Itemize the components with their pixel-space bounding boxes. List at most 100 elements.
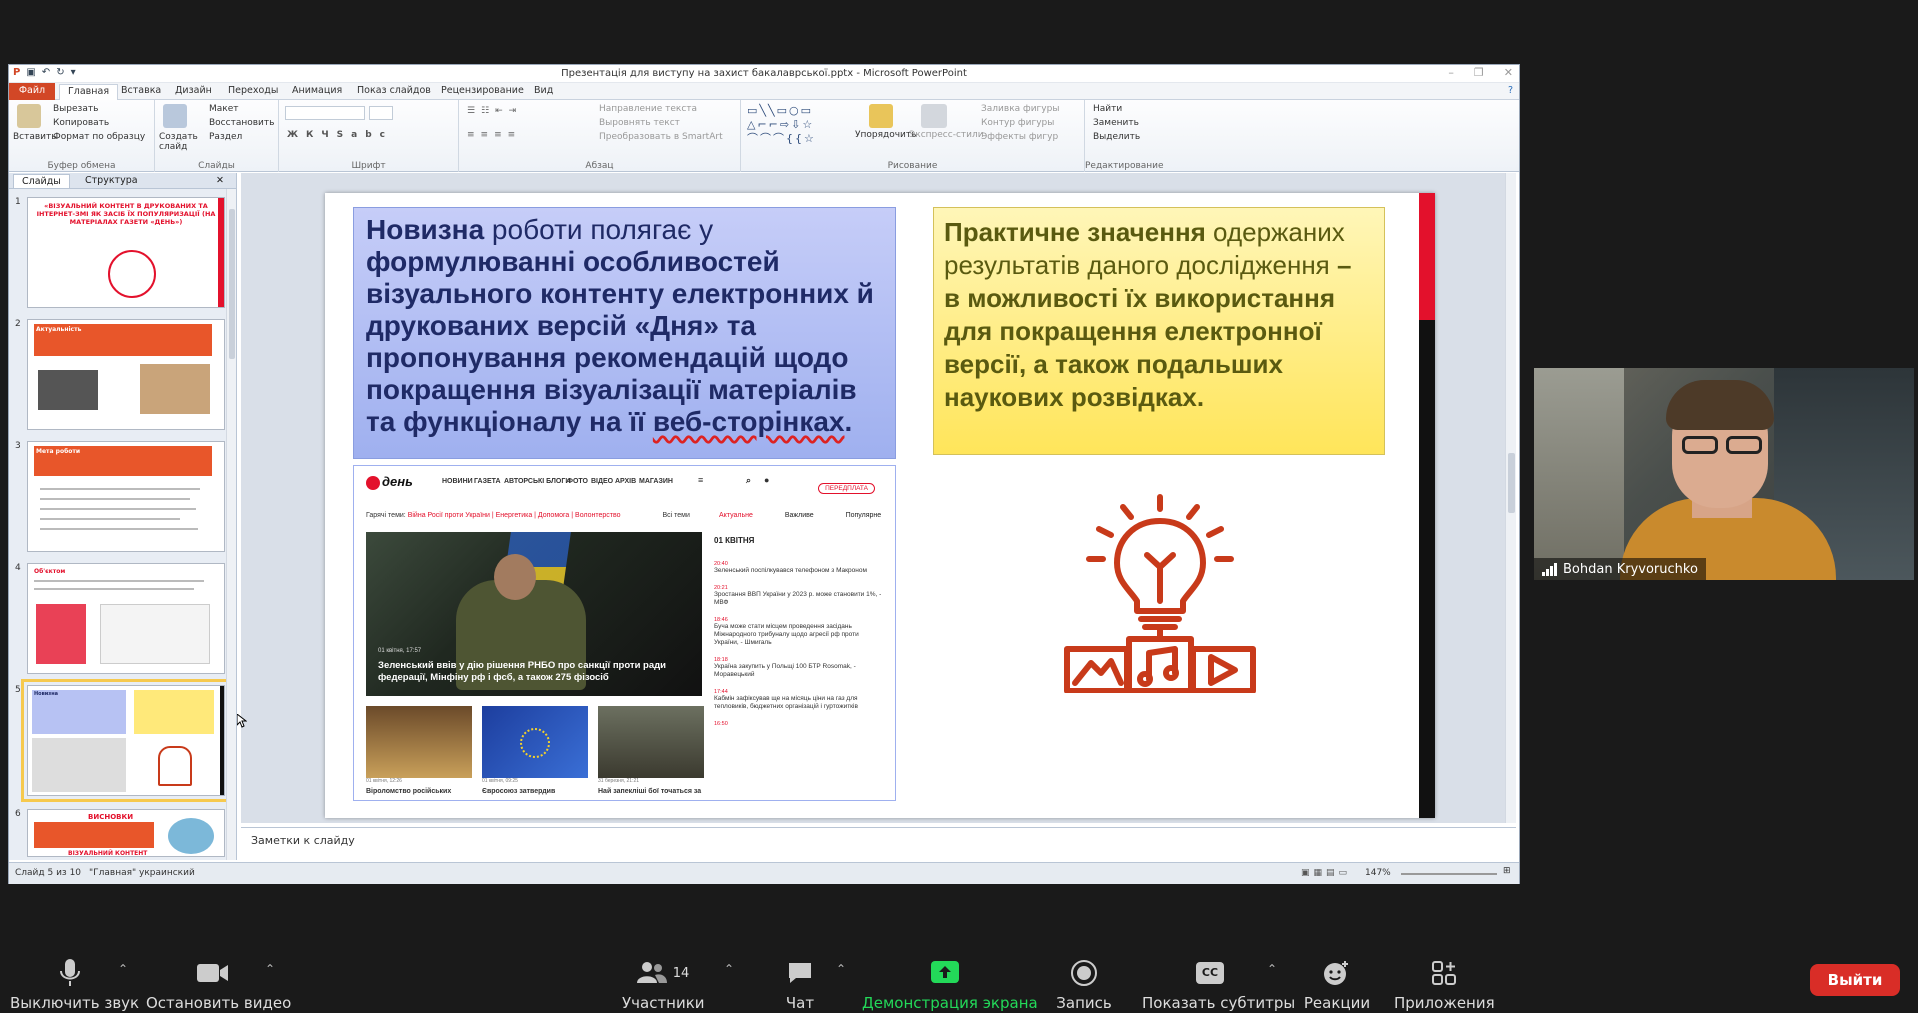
thumb-image [36,604,86,664]
chevron-up-icon[interactable]: ⌃ [1267,962,1277,976]
tab-slides[interactable]: Слайды [13,174,70,188]
shape-effects-button[interactable]: Эффекты фигур [981,132,1058,142]
cut-button[interactable]: Вырезать [53,104,98,114]
captions-button[interactable]: CC Показать субтитры [1142,958,1295,1012]
thumb-text-line [34,588,194,590]
news-nav-item: ФОТО [567,478,588,485]
layout-button[interactable]: Макет [209,104,239,114]
chevron-up-icon[interactable]: ⌃ [724,962,734,976]
thumb-subtitle: ВІЗУАЛЬНИЙ КОНТЕНТ [68,850,148,857]
tab-animation[interactable]: Анимация [292,85,342,96]
paste-icon[interactable] [17,104,41,128]
tab-transitions[interactable]: Переходы [228,85,278,96]
window-controls: – ❐ ✕ [1448,66,1513,79]
novelty-text-box[interactable]: Новизна роботи полягає у формулюванні ос… [353,207,896,459]
slide-thumbnail-5[interactable]: Новизна [21,679,231,802]
slide-thumbnail-4[interactable]: Об'єктом [27,563,225,674]
share-label: Демонстрация экрана [862,994,1038,1012]
share-screen-button[interactable]: Демонстрация экрана [862,958,1038,1012]
chat-label: Чат [785,994,815,1012]
help-icon[interactable]: ? [1508,85,1513,96]
record-button[interactable]: Запись [1052,958,1116,1012]
zoom-slider[interactable] [1401,873,1497,875]
slide-red-accent [1419,193,1435,320]
emoji-icon [1302,958,1372,988]
reactions-button[interactable]: Реакции [1302,958,1372,1012]
notes-pane[interactable]: Заметки к слайду [241,827,1516,861]
tab-view[interactable]: Вид [534,85,553,96]
novelty-end: . [844,406,853,437]
close-icon[interactable]: ✕ [1504,66,1513,79]
font-size-select[interactable] [369,106,393,120]
smartart-button[interactable]: Преобразовать в SmartArt [599,132,723,142]
scroll-thumb[interactable] [229,209,235,359]
align-text-button[interactable]: Выровнять текст [599,118,680,128]
slide-scrollbar[interactable] [1505,173,1516,823]
zoom-level[interactable]: 147% [1365,868,1391,878]
tab-home[interactable]: Главная [59,84,119,100]
new-slide-button[interactable]: Создать слайд [159,132,198,152]
slide-thumbnail-6[interactable]: ВИСНОВКИ ВІЗУАЛЬНИЙ КОНТЕНТ [27,809,225,857]
news-nav-item: ВІДЕО [591,478,614,485]
apps-button[interactable]: Приложения [1394,958,1495,1012]
find-button[interactable]: Найти [1093,104,1122,114]
view-buttons[interactable]: ▣▦▤▭ [1301,868,1351,878]
font-name-select[interactable] [285,106,365,120]
paste-button[interactable]: Вставить [13,132,57,142]
chat-button[interactable]: Чат [772,958,828,1012]
practical-text-box[interactable]: Практичне значення одержаних результатів… [933,207,1385,455]
reset-button[interactable]: Восстановить [209,118,274,128]
list-buttons[interactable]: ☰☷⇤⇥ [467,106,522,116]
record-icon [1052,958,1116,988]
select-button[interactable]: Выделить [1093,132,1140,142]
section-button[interactable]: Раздел [209,132,242,142]
arrange-icon[interactable] [869,104,893,128]
leave-button[interactable]: Выйти [1810,964,1900,996]
tab-outline[interactable]: Структура [77,174,146,187]
scroll-thumb[interactable] [1508,453,1515,513]
language[interactable]: украинский [139,868,195,878]
slide-thumbnail-3[interactable]: Мета роботи [27,441,225,552]
shapes-gallery[interactable]: ▭╲╲▭○▭ △⌐⌐⇨⇩☆ ⌒⌒⌒{{☆ [747,104,847,150]
chevron-up-icon[interactable]: ⌃ [118,962,128,976]
stop-video-button[interactable]: Остановить видео [146,958,291,1012]
group-label: Буфер обмена [47,161,116,171]
quick-styles-button[interactable]: Экспресс-стили [909,130,984,140]
mute-button[interactable]: Выключить звук [10,958,139,1012]
font-format-buttons[interactable]: ЖКЧSabc [287,130,393,140]
participant-video[interactable]: Bohdan Kryvoruchko [1534,368,1914,580]
tab-slideshow[interactable]: Показ слайдов [357,85,431,96]
fit-slide-icon[interactable]: ⊞ [1503,866,1511,876]
chevron-up-icon[interactable]: ⌃ [265,962,275,976]
format-painter-button[interactable]: Формат по образцу [53,132,145,142]
tab-insert[interactable]: Вставка [121,85,161,96]
shape-outline-button[interactable]: Контур фигуры [981,118,1054,128]
participants-button[interactable]: 14 Участники [622,958,705,1012]
slides-pane-scrollbar[interactable] [226,189,236,860]
thumb-bar [34,822,154,848]
slide-number: 5 [15,685,21,695]
new-slide-icon[interactable] [163,104,187,128]
slides-pane: Слайды Структура ✕ 1 «ВІЗУАЛЬНИЙ КОНТЕНТ… [9,173,237,860]
close-pane-icon[interactable]: ✕ [208,174,232,187]
chevron-up-icon[interactable]: ⌃ [836,962,846,976]
feed-item: 17:44 Кабмін зафіксував ще на місяць ціни… [714,689,884,711]
align-buttons[interactable]: ≡≡≡≡ [467,130,521,140]
news-logo-text: день [382,474,413,489]
newspaper-screenshot[interactable]: день НОВИНИ ГАЗЕТА АВТОРСЬКІ БЛОГИ ФОТО … [353,465,896,801]
tab-review[interactable]: Рецензирование [441,85,524,96]
thumb-text-line [40,488,200,490]
shape-fill-button[interactable]: Заливка фигуры [981,104,1059,114]
copy-button[interactable]: Копировать [53,118,109,128]
minimize-icon[interactable]: – [1448,66,1454,79]
quick-styles-icon[interactable] [921,104,947,128]
arrange-button[interactable]: Упорядочить [855,130,916,140]
slide-thumbnail-2[interactable]: Актуальність [27,319,225,430]
tab-design[interactable]: Дизайн [175,85,212,96]
restore-icon[interactable]: ❐ [1474,66,1484,79]
slide-thumbnail-1[interactable]: «ВІЗУАЛЬНИЙ КОНТЕНТ В ДРУКОВАНИХ ТА ІНТЕ… [27,197,225,308]
tab-file[interactable]: Файл [9,83,55,100]
text-direction-button[interactable]: Направление текста [599,104,697,114]
slide-canvas[interactable]: Новизна роботи полягає у формулюванні ос… [325,193,1435,818]
replace-button[interactable]: Заменить [1093,118,1139,128]
